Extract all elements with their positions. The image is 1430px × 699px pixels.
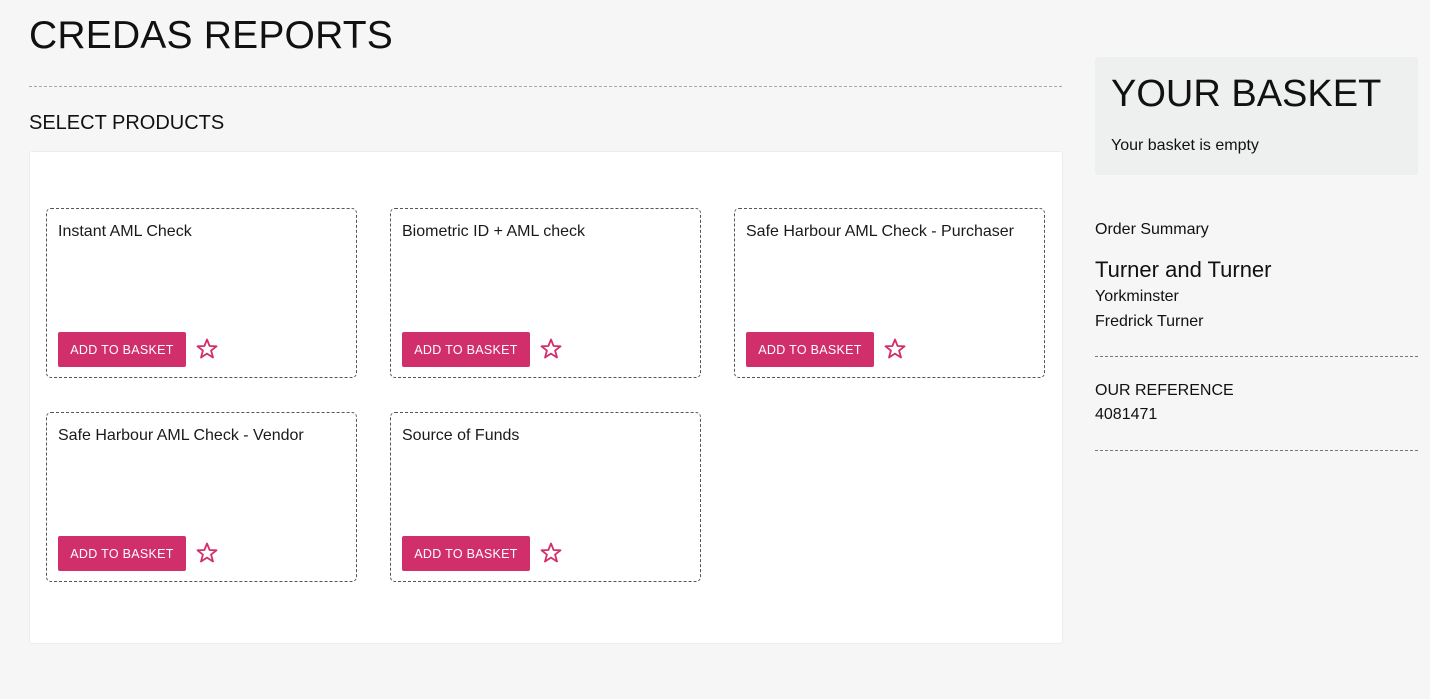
reference-value: 4081471 [1095, 406, 1158, 423]
basket-status: Your basket is empty [1111, 137, 1259, 154]
product-card-safe-harbour-vendor: Safe Harbour AML Check - Vendor ADD TO B… [46, 412, 357, 582]
select-products-heading: SELECT PRODUCTS [29, 112, 225, 134]
add-to-basket-button[interactable]: ADD TO BASKET [402, 332, 530, 367]
basket-panel: YOUR BASKET Your basket is empty [1095, 57, 1418, 175]
product-name: Source of Funds [402, 427, 520, 444]
products-panel: Instant AML Check ADD TO BASKET Biometri… [29, 151, 1063, 644]
page-title: CREDAS REPORTS [29, 14, 393, 57]
star-icon[interactable] [883, 337, 907, 361]
order-location: Yorkminster [1095, 288, 1179, 305]
add-to-basket-button[interactable]: ADD TO BASKET [58, 536, 186, 571]
product-card-instant-aml: Instant AML Check ADD TO BASKET [46, 208, 357, 378]
product-card-source-of-funds: Source of Funds ADD TO BASKET [390, 412, 701, 582]
star-icon[interactable] [539, 541, 563, 565]
product-name: Biometric ID + AML check [402, 223, 586, 240]
product-name: Safe Harbour AML Check - Vendor [58, 427, 304, 444]
add-to-basket-button[interactable]: ADD TO BASKET [58, 332, 186, 367]
product-card-safe-harbour-purchaser: Safe Harbour AML Check - Purchaser ADD T… [734, 208, 1045, 378]
add-to-basket-button[interactable]: ADD TO BASKET [746, 332, 874, 367]
add-to-basket-button[interactable]: ADD TO BASKET [402, 536, 530, 571]
order-summary-label: Order Summary [1095, 221, 1209, 238]
title-divider [29, 86, 1062, 87]
product-name: Safe Harbour AML Check - Purchaser [746, 223, 1014, 240]
product-name: Instant AML Check [58, 223, 192, 240]
star-icon[interactable] [195, 541, 219, 565]
star-icon[interactable] [539, 337, 563, 361]
order-company-name: Turner and Turner [1095, 257, 1272, 282]
product-card-biometric-id: Biometric ID + AML check ADD TO BASKET [390, 208, 701, 378]
reference-divider [1095, 450, 1418, 451]
star-icon[interactable] [195, 337, 219, 361]
reference-label: OUR REFERENCE [1095, 382, 1234, 399]
basket-title: YOUR BASKET [1111, 73, 1382, 115]
summary-divider [1095, 356, 1418, 357]
order-contact: Fredrick Turner [1095, 313, 1204, 330]
